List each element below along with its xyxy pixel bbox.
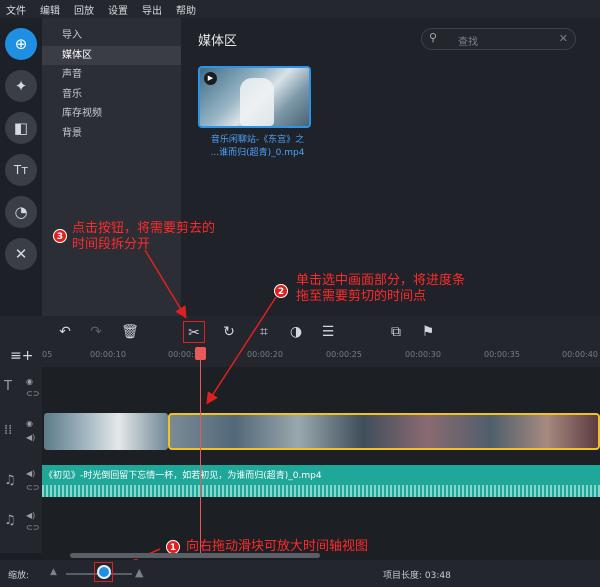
audio-clip[interactable]: 《初见》-时光倒回留下忘情一杯，如若初见，为谁而归(超青)_0.mp4 (42, 465, 600, 497)
color-adjust-icon[interactable]: ◑ (285, 321, 307, 343)
nav-item-music[interactable]: 音乐 (42, 85, 181, 104)
titles-icon[interactable]: Tт (5, 154, 37, 186)
menu-edit[interactable]: 编辑 (40, 2, 60, 17)
title-track-header: T ◉ ⊂⊃ (0, 367, 42, 403)
nav-item-backgrounds[interactable]: 背景 (42, 124, 181, 143)
timeline-toolbar: ↶ ↷ 🗑 ✂ ↻ ⌗ ◑ ☰ ⧉ ⚑ (0, 316, 600, 347)
crop-icon[interactable]: ⌗ (253, 321, 275, 343)
import-nav-panel: 导入 媒体区 声音 音乐 库存视频 背景 (42, 18, 181, 316)
video-track-icon: ⁞⁞ (4, 423, 13, 438)
ruler-tick: 00:00:30 (405, 350, 441, 359)
clip-name-line2: ...谁而归(超青)_0.mp4 (210, 148, 305, 158)
menu-playback[interactable]: 回放 (74, 2, 94, 17)
delete-icon[interactable]: 🗑 (119, 321, 141, 343)
zoom-label: 缩放: (8, 571, 30, 581)
clear-icon[interactable]: ✕ (559, 32, 568, 45)
music-note-icon: ♫ (4, 473, 16, 488)
media-clip-name: 音乐闲聊站-《东宫》之 ...谁而归(超青)_0.mp4 (200, 134, 315, 160)
music-note-icon: ♫ (4, 513, 16, 528)
timeline-ruler[interactable]: ≡+ 05 00:00:10 00:00:15 00:00:20 00:00:2… (0, 347, 600, 367)
link-icon[interactable]: ⊂⊃ (26, 483, 39, 492)
annotation-3-badge: 3 (53, 229, 67, 243)
ruler-tick: 00:00:10 (90, 350, 126, 359)
ruler-tick: 05 (42, 350, 53, 359)
menu-help[interactable]: 帮助 (176, 2, 196, 17)
thumbnail-figure (240, 78, 274, 126)
zoom-in-icon[interactable]: ▲ (135, 566, 143, 579)
menu-bar: 文件 编辑 回放 设置 导出 帮助 (0, 0, 600, 18)
ruler-tick: 00:00:35 (484, 350, 520, 359)
menu-export[interactable]: 导出 (142, 2, 162, 17)
media-clip-thumbnail[interactable]: ▶ (198, 66, 311, 128)
import-icon[interactable]: ⊕ (5, 28, 37, 60)
filters-icon[interactable]: ◔ (5, 196, 37, 228)
undo-icon[interactable]: ↶ (54, 321, 76, 343)
properties-icon[interactable]: ☰ (317, 321, 339, 343)
rotate-icon[interactable]: ↻ (218, 321, 240, 343)
media-bin-panel: 媒体区 ⚲ 查找 ✕ ▶ 音乐闲聊站-《东宫》之 ...谁而归(超青)_0.mp… (181, 18, 600, 316)
volume-icon[interactable]: ◀) (26, 469, 35, 478)
split-scissors-icon[interactable]: ✂ (183, 321, 205, 343)
video-clip[interactable] (44, 413, 168, 450)
annotation-2-badge: 2 (274, 284, 288, 298)
overlay-icon[interactable]: ⧉ (385, 321, 407, 343)
link-icon[interactable]: ⊂⊃ (26, 523, 39, 532)
marker-flag-icon[interactable]: ⚑ (417, 321, 439, 343)
zoom-out-icon[interactable]: ▲ (50, 567, 57, 577)
annotation-2-line2: 拖至需要剪切的时间点 (296, 289, 427, 304)
annotation-1-badge: 1 (166, 540, 180, 554)
project-length: 项目长度: 03:48 (383, 571, 451, 581)
redo-icon[interactable]: ↷ (85, 321, 107, 343)
ruler-tick: 00:00:40 (562, 350, 598, 359)
nav-item-stock-video[interactable]: 库存视频 (42, 104, 181, 123)
menu-file[interactable]: 文件 (6, 2, 26, 17)
ruler-tick: 00:00:25 (326, 350, 362, 359)
volume-icon[interactable]: ◀) (26, 433, 35, 442)
title-track[interactable] (42, 367, 600, 403)
search-placeholder: 查找 (458, 37, 478, 48)
play-icon[interactable]: ▶ (204, 72, 217, 85)
tools-icon[interactable]: ✕ (5, 238, 37, 270)
playhead-line[interactable] (200, 350, 201, 555)
annotation-3-line1: 点击按钮，将需要剪去的 (72, 221, 216, 236)
timeline-scrollbar-thumb[interactable] (70, 553, 320, 558)
volume-icon[interactable]: ◀) (26, 511, 35, 520)
visibility-icon[interactable]: ◉ (26, 377, 33, 386)
audio-track-header: ♫ ◀) ⊂⊃ (0, 461, 42, 501)
music-track-header: ♫ ◀) ⊂⊃ (0, 501, 42, 553)
title-track-icon: T (4, 379, 12, 394)
magic-wand-icon[interactable]: ✦ (5, 70, 37, 102)
video-editor-window: 文件 编辑 回放 设置 导出 帮助 ⊕ ✦ ◧ Tт ◔ ✕ 导入 媒体区 声音… (0, 0, 600, 587)
tool-icon-bar: ⊕ ✦ ◧ Tт ◔ ✕ (0, 18, 42, 316)
video-clip-selected[interactable] (168, 413, 600, 450)
search-input[interactable]: ⚲ 查找 ✕ (421, 28, 576, 50)
add-track-icon[interactable]: ≡+ (10, 345, 33, 367)
annotation-3-text: 点击按钮，将需要剪去的 时间段拆分开 (72, 221, 215, 253)
menu-settings[interactable]: 设置 (108, 2, 128, 17)
nav-item-sound[interactable]: 声音 (42, 65, 181, 84)
page-title: 媒体区 (198, 34, 238, 49)
zoom-slider-thumb[interactable] (97, 565, 111, 579)
audio-clip-label: 《初见》-时光倒回留下忘情一杯，如若初见，为谁而归(超青)_0.mp4 (44, 471, 322, 481)
visibility-icon[interactable]: ◉ (26, 419, 33, 428)
nav-item-media-bin[interactable]: 媒体区 (42, 46, 181, 65)
nav-item-import[interactable]: 导入 (42, 26, 181, 45)
annotation-2-text: 单击选中画面部分，将进度条 拖至需要剪切的时间点 (296, 273, 465, 305)
playhead-handle[interactable] (195, 347, 206, 360)
clip-name-line1: 音乐闲聊站-《东宫》之 (210, 135, 305, 145)
transitions-icon[interactable]: ◧ (5, 112, 37, 144)
link-icon[interactable]: ⊂⊃ (26, 389, 39, 398)
annotation-2-line1: 单击选中画面部分，将进度条 (296, 273, 466, 288)
search-icon: ⚲ (429, 31, 438, 44)
audio-waveform (42, 485, 600, 497)
annotation-3-line2: 时间段拆分开 (72, 237, 151, 252)
video-track-header: ⁞⁞ ◉ ◀) (0, 403, 42, 461)
status-footer: 缩放: ▲ ▲ 项目长度: 03:48 (0, 560, 600, 587)
ruler-tick: 00:00:20 (247, 350, 283, 359)
